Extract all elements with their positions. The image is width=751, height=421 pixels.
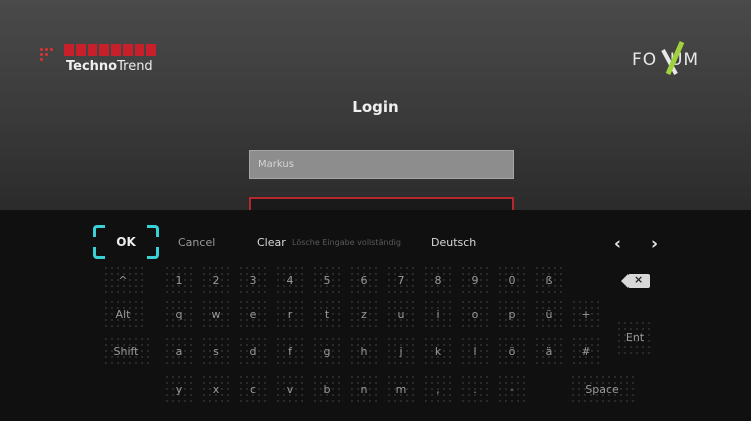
key-row2-8[interactable]: o bbox=[460, 299, 490, 329]
keyboard-row-3: a s d f g h j k l ö ä # bbox=[0, 336, 751, 366]
key-row2-10[interactable]: ü bbox=[534, 299, 564, 329]
key-row3-7[interactable]: k bbox=[423, 336, 453, 366]
key-row1-1[interactable]: 2 bbox=[201, 265, 231, 295]
key-row4-5[interactable]: n bbox=[349, 374, 379, 404]
key-row2-9[interactable]: p bbox=[497, 299, 527, 329]
key-row1-5[interactable]: 6 bbox=[349, 265, 379, 295]
key-row1-10[interactable]: ß bbox=[534, 265, 564, 295]
username-field[interactable]: Markus bbox=[249, 150, 514, 179]
key-row2-11[interactable]: + bbox=[571, 299, 601, 329]
page-title: Login bbox=[352, 98, 399, 116]
key-row3-5[interactable]: h bbox=[349, 336, 379, 366]
key-row4-1[interactable]: x bbox=[201, 374, 231, 404]
key-row1-7[interactable]: 8 bbox=[423, 265, 453, 295]
backspace-icon[interactable]: × bbox=[621, 273, 650, 288]
language-button[interactable]: Deutsch bbox=[431, 236, 476, 249]
clear-button[interactable]: Clear bbox=[257, 236, 286, 249]
key-row2-4[interactable]: t bbox=[312, 299, 342, 329]
key-row4-7[interactable]: , bbox=[423, 374, 453, 404]
key-row3-11[interactable]: # bbox=[571, 336, 601, 366]
key-row3-9[interactable]: ö bbox=[497, 336, 527, 366]
key-row1-0[interactable]: 1 bbox=[164, 265, 194, 295]
key-row4-6[interactable]: m bbox=[386, 374, 416, 404]
foxxum-logo: FO UM bbox=[630, 40, 730, 80]
key-row3-2[interactable]: d bbox=[238, 336, 268, 366]
key-row3-8[interactable]: l bbox=[460, 336, 490, 366]
foxxum-x-mark-icon bbox=[661, 40, 685, 76]
key-row2-5[interactable]: z bbox=[349, 299, 379, 329]
key-row4-4[interactable]: b bbox=[312, 374, 342, 404]
key-row2-7[interactable]: i bbox=[423, 299, 453, 329]
key-row3-0[interactable]: a bbox=[164, 336, 194, 366]
ok-button[interactable]: OK bbox=[93, 225, 159, 259]
keyboard-row-4: yxcvbnm,.- bbox=[0, 374, 751, 404]
logo-text: TechnoTrend bbox=[66, 59, 153, 74]
logo-text-light: Trend bbox=[117, 59, 153, 74]
clear-hint-text: Lösche Eingabe vollständig bbox=[292, 238, 401, 247]
cursor-left-button[interactable]: ‹ bbox=[614, 234, 621, 254]
key-row4-8[interactable]: . bbox=[460, 374, 490, 404]
key-row4-9[interactable]: - bbox=[497, 374, 527, 404]
key-row3-4[interactable]: g bbox=[312, 336, 342, 366]
key-row2-6[interactable]: u bbox=[386, 299, 416, 329]
key-row4-0[interactable]: y bbox=[164, 374, 194, 404]
key-row2-1[interactable]: w bbox=[201, 299, 231, 329]
login-header-area: TechnoTrend FO UM Login Markus bbox=[0, 0, 751, 210]
cursor-right-button[interactable]: › bbox=[651, 234, 658, 254]
key-row1-2[interactable]: 3 bbox=[238, 265, 268, 295]
key-row2-2[interactable]: e bbox=[238, 299, 268, 329]
key-row4-3[interactable]: v bbox=[275, 374, 305, 404]
ok-button-label: OK bbox=[116, 235, 136, 249]
key-row1-9[interactable]: 0 bbox=[497, 265, 527, 295]
key-row3-10[interactable]: ä bbox=[534, 336, 564, 366]
key-row1-4[interactable]: 5 bbox=[312, 265, 342, 295]
key-row2-3[interactable]: r bbox=[275, 299, 305, 329]
key-row3-6[interactable]: j bbox=[386, 336, 416, 366]
key-row1-6[interactable]: 7 bbox=[386, 265, 416, 295]
key-row4-2[interactable]: c bbox=[238, 374, 268, 404]
key-row1-8[interactable]: 9 bbox=[460, 265, 490, 295]
key-row1-3[interactable]: 4 bbox=[275, 265, 305, 295]
backspace-glyph: × bbox=[634, 273, 644, 286]
logo-red-bar bbox=[64, 44, 156, 56]
cancel-button[interactable]: Cancel bbox=[178, 236, 215, 249]
logo-dots-icon bbox=[38, 46, 60, 68]
key-row3-1[interactable]: s bbox=[201, 336, 231, 366]
technotrend-logo: TechnoTrend bbox=[36, 44, 166, 80]
key-row2-0[interactable]: q bbox=[164, 299, 194, 329]
key-row3-3[interactable]: f bbox=[275, 336, 305, 366]
space-key[interactable]: Space bbox=[570, 374, 634, 404]
logo-text-bold: Techno bbox=[66, 59, 118, 74]
